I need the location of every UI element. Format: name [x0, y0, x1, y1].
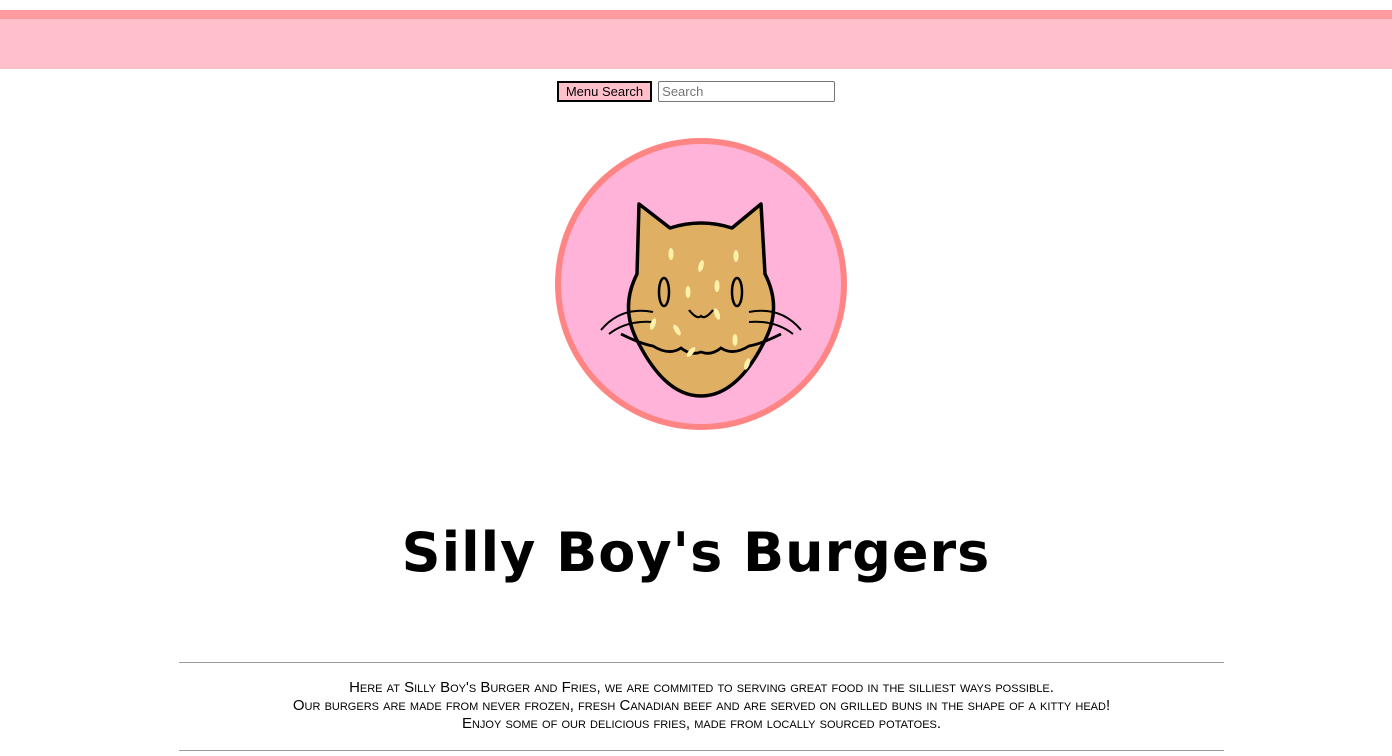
about-divider-bottom [179, 750, 1224, 751]
menu-search-button[interactable]: Menu Search [556, 81, 653, 102]
about-line: Here at Silly Boy's Burger and Fries, we… [349, 679, 1054, 696]
about-line: Enjoy some of our delicious fries, made … [461, 715, 942, 732]
header-accent-stripe [0, 10, 1392, 19]
cat-burger-logo [555, 138, 847, 430]
about-text: Here at Silly Boy's Burger and Fries, we… [179, 679, 1224, 733]
menu-search-bar: Menu Search [0, 81, 1392, 102]
restaurant-title: Silly Boy's Burgers [401, 521, 991, 584]
about-line: Our burgers are made from never frozen, … [292, 697, 1111, 714]
about-divider-top [179, 662, 1224, 663]
search-input[interactable] [658, 81, 836, 102]
header-band [0, 19, 1392, 69]
